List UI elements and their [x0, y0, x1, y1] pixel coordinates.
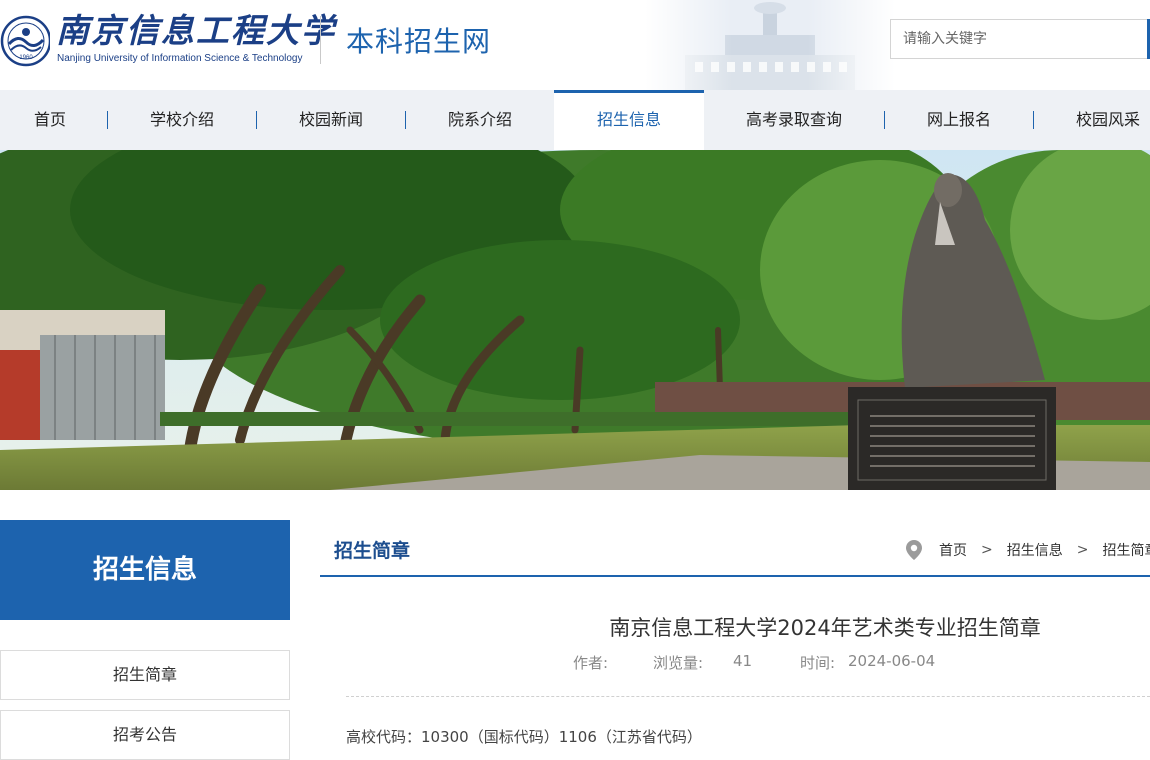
university-name-en: Nanjing University of Information Scienc… [57, 53, 303, 64]
article-date: 2024-06-04 [848, 652, 936, 670]
nav-item-online-registration[interactable]: 网上报名 [884, 90, 1034, 150]
section-divider [320, 575, 1150, 577]
site-name[interactable]: 本科招生网 [346, 20, 491, 60]
breadcrumb-home[interactable]: 首页 [939, 540, 967, 560]
nav-item-campus-gallery[interactable]: 校园风采 [1033, 90, 1150, 150]
breadcrumb: 首页 > 招生信息 > 招生简章 [905, 537, 1150, 563]
nav-item-about[interactable]: 学校介绍 [107, 90, 257, 150]
main-nav: 首页 学校介绍 校园新闻 院系介绍 招生信息 高考录取查询 网上报名 校园风采 [0, 90, 1150, 150]
article-body-first-line: 高校代码：10300（国标代码）1106（江苏省代码） [346, 728, 702, 746]
section-title: 招生简章 [334, 540, 411, 562]
nav-item-departments[interactable]: 院系介绍 [405, 90, 555, 150]
emblem-year: 1960 [19, 55, 33, 61]
location-pin-icon [906, 540, 922, 560]
nav-item-admissions-info[interactable]: 招生信息 [554, 90, 704, 150]
breadcrumb-admissions-info[interactable]: 招生信息 [1007, 540, 1063, 560]
nav-item-score-query[interactable]: 高考录取查询 [704, 90, 884, 150]
article-views-count: 41 [733, 652, 753, 670]
sidebar-item-admissions-guide[interactable]: 招生简章 [0, 650, 290, 700]
campus-banner-image [0, 150, 1150, 490]
sidebar-title: 招生信息 [0, 520, 290, 620]
breadcrumb-separator: > [981, 542, 993, 558]
site-header: 1960 南京信息工程大学 Nanjing University of Info… [0, 0, 1150, 90]
university-name-cn[interactable]: 南京信息工程大学 [56, 10, 334, 52]
search-input[interactable] [891, 20, 1141, 58]
sidebar-item-exam-announcements[interactable]: 招考公告 [0, 710, 290, 760]
header-building-illustration [645, 0, 895, 90]
article-author-label: 作者: [573, 654, 609, 672]
logo-divider [320, 16, 321, 64]
article-title: 南京信息工程大学2024年艺术类专业招生简章 [609, 616, 1041, 640]
nav-item-news[interactable]: 校园新闻 [256, 90, 406, 150]
breadcrumb-separator: > [1076, 542, 1089, 558]
article-meta-divider [346, 696, 1150, 697]
article-time-label: 时间: [800, 654, 836, 672]
university-emblem-icon[interactable]: 1960 [0, 12, 50, 70]
article-views-label: 浏览量: [653, 654, 704, 672]
search-box [890, 19, 1150, 59]
nav-item-home[interactable]: 首页 [0, 90, 100, 150]
breadcrumb-admissions-guide[interactable]: 招生简章 [1102, 540, 1150, 560]
